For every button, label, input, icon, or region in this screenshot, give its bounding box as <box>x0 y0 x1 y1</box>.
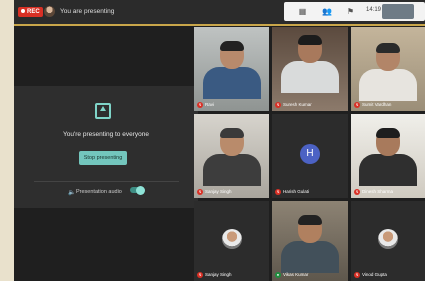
self-view-thumbnail[interactable] <box>382 4 414 19</box>
participant-name: ↯ Sumit Vardhan <box>354 102 392 108</box>
participant-tile[interactable]: ↯ Sanjay Singh <box>194 114 269 198</box>
meet-window: REC You are presenting ▦ 👥 ⚑ 14:19 You'r… <box>14 0 425 281</box>
participant-name: ↯ Sanjay Singh <box>197 272 232 278</box>
present-screen-icon <box>95 103 111 119</box>
participant-name: ↯ Dinesh Sharma <box>354 189 394 195</box>
participant-name: ↯ Harish Gulati <box>275 189 310 195</box>
top-bar: REC You are presenting ▦ 👥 ⚑ 14:19 <box>14 0 425 26</box>
mic-off-icon: ↯ <box>197 189 203 195</box>
participant-tile[interactable]: ● Vikas Kumar <box>272 201 348 281</box>
mic-on-icon: ● <box>275 272 281 278</box>
participant-tile[interactable]: ↯ Sanjay Singh <box>194 201 269 281</box>
presenter-avatar <box>44 6 55 17</box>
participant-video <box>281 215 339 273</box>
recording-label: REC <box>27 9 40 15</box>
participant-tile[interactable]: ↯ Dinesh Sharma <box>351 114 425 198</box>
participant-name: ↯ Sanjay Singh <box>197 189 232 195</box>
record-dot-icon <box>21 9 25 14</box>
participant-video <box>359 128 417 186</box>
participant-name: ↯ Ravi <box>197 102 215 108</box>
participant-video <box>202 41 261 99</box>
participant-avatar <box>378 229 398 250</box>
participant-tile[interactable]: H ↯ Harish Gulati <box>272 114 348 198</box>
toggle-knob <box>136 185 145 195</box>
stop-presenting-button[interactable]: Stop presenting <box>79 151 127 165</box>
participant-tile[interactable]: ↯ Vinod Gupta <box>351 201 425 281</box>
mic-off-icon: ↯ <box>197 102 203 108</box>
participant-tile[interactable]: ↯ Ravi <box>194 27 269 111</box>
participant-name: ● Vikas Kumar <box>275 272 309 278</box>
mic-off-icon: ↯ <box>275 102 281 108</box>
participant-tile[interactable]: ↯ Sumit Vardhan <box>351 27 425 111</box>
screen-toolbar: ▦ 👥 ⚑ 14:19 <box>284 2 425 21</box>
mic-off-icon: ↯ <box>197 272 203 278</box>
presenting-status: You are presenting <box>60 8 115 15</box>
people-icon[interactable]: 👥 <box>322 7 332 16</box>
presentation-audio-label: Presentation audio <box>76 189 122 195</box>
participant-name: ↯ Suresh Kumar <box>275 102 312 108</box>
mic-off-icon: ↯ <box>354 189 360 195</box>
mic-off-icon: ↯ <box>275 189 281 195</box>
participant-video <box>359 43 417 101</box>
divider <box>34 181 179 182</box>
mic-off-icon: ↯ <box>354 102 360 108</box>
mic-off-icon: ↯ <box>354 272 360 278</box>
participant-video <box>281 35 339 93</box>
grid-view-icon[interactable]: ▦ <box>298 7 307 16</box>
flag-icon[interactable]: ⚑ <box>346 7 355 16</box>
recording-badge: REC <box>18 7 43 17</box>
speaker-icon: 🔈 <box>68 190 76 196</box>
presenting-message: You're presenting to everyone <box>63 131 149 138</box>
presentation-audio-toggle[interactable] <box>130 185 145 195</box>
presenting-panel: You're presenting to everyone Stop prese… <box>14 86 198 208</box>
participant-video <box>202 128 261 186</box>
participant-grid: ↯ Ravi ↯ Suresh Kumar ↯ Sumit Vardhan ↯ … <box>194 27 425 281</box>
clock: 14:19 <box>366 7 382 13</box>
participant-name: ↯ Vinod Gupta <box>354 272 387 278</box>
participant-avatar: H <box>300 144 320 165</box>
participant-avatar <box>221 229 242 250</box>
participant-tile[interactable]: ↯ Suresh Kumar <box>272 27 348 111</box>
